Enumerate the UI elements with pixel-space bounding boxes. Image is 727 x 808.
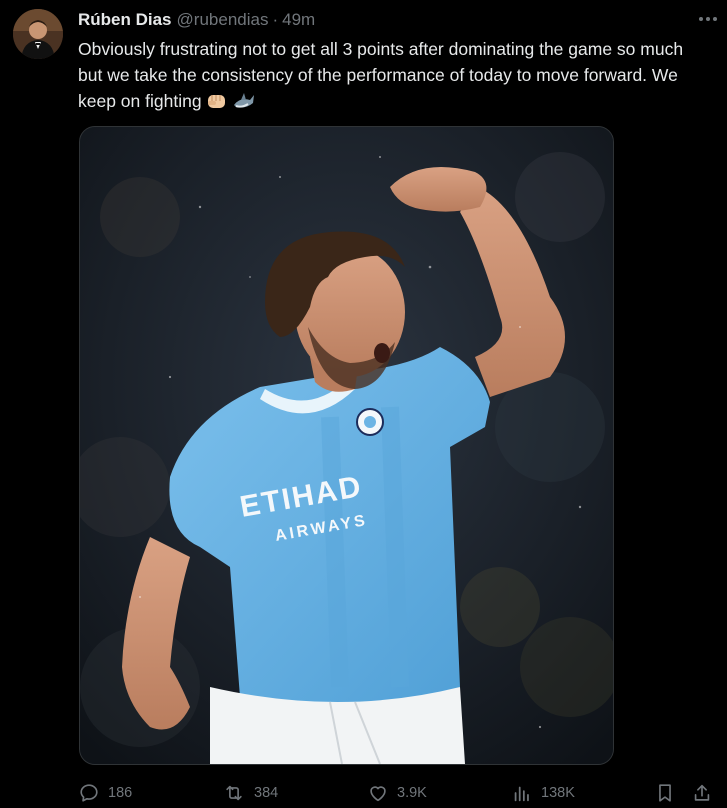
more-options-button[interactable]	[692, 8, 724, 30]
analytics-icon	[514, 786, 529, 802]
oncoming-fist-emoji	[206, 91, 228, 118]
reply-button[interactable]: 186	[78, 778, 132, 808]
views-count: 138K	[541, 785, 575, 801]
author-display-name[interactable]: Rúben Dias	[78, 10, 172, 30]
reply-count: 186	[108, 785, 133, 801]
share-button[interactable]	[691, 778, 713, 808]
repost-icon	[226, 785, 242, 801]
tweet[interactable]: Rúben Dias @rubendias · 49m Obviously fr…	[0, 0, 727, 808]
heart-icon	[370, 786, 386, 802]
avatar[interactable]	[13, 9, 63, 59]
shark-emoji	[232, 91, 256, 118]
bookmark-button[interactable]	[654, 778, 676, 808]
tweet-timestamp[interactable]: 49m	[282, 10, 315, 30]
reply-icon	[80, 784, 98, 802]
tweet-photo[interactable]: ETIHAD AIRWAYS	[79, 126, 614, 765]
repost-count: 384	[254, 785, 279, 801]
bookmark-icon	[659, 784, 671, 802]
tweet-actions-bar: 186 384 3.9K 138K	[78, 778, 718, 808]
author-handle[interactable]: @rubendias	[177, 10, 269, 30]
like-button[interactable]: 3.9K	[367, 778, 427, 808]
more-horizontal-icon	[699, 17, 717, 21]
tweet-text-container: Obviously frustrating not to get all 3 p…	[78, 36, 708, 118]
share-icon	[694, 784, 710, 801]
dot-separator: ·	[272, 10, 279, 29]
like-count: 3.9K	[397, 785, 427, 801]
repost-button[interactable]: 384	[222, 778, 278, 808]
tweet-header: Rúben Dias @rubendias · 49m	[78, 10, 315, 32]
views-button[interactable]: 138K	[511, 778, 575, 808]
tweet-text: Obviously frustrating not to get all 3 p…	[78, 39, 684, 111]
